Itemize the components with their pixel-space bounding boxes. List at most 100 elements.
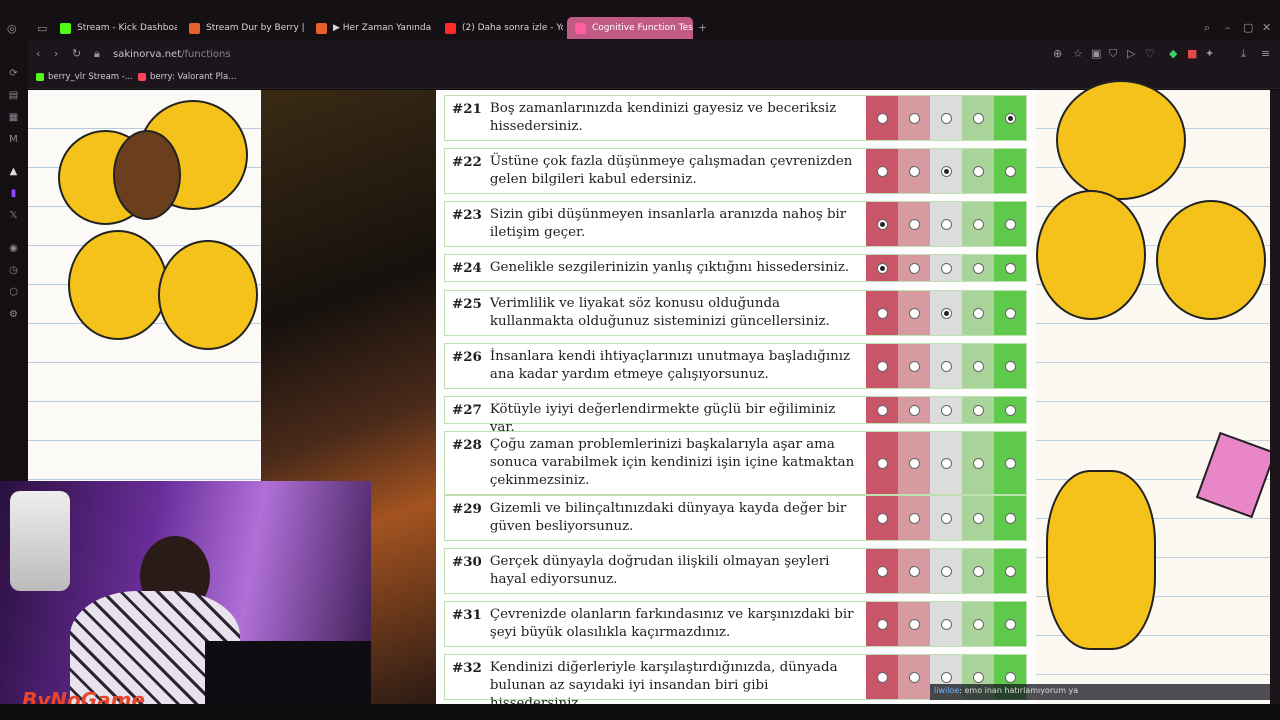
radio-button[interactable] xyxy=(1004,165,1016,177)
answer-option-3[interactable] xyxy=(930,149,962,193)
x-icon[interactable]: 𝕏 xyxy=(8,210,19,221)
answer-option-4[interactable] xyxy=(962,397,994,423)
answer-option-1[interactable] xyxy=(866,397,898,423)
radio-button[interactable] xyxy=(876,360,888,372)
answer-option-3[interactable] xyxy=(930,291,962,335)
answer-option-4[interactable] xyxy=(962,602,994,646)
bookmark-kick[interactable]: berry_vlr Stream -... xyxy=(36,72,133,82)
answer-option-5[interactable] xyxy=(994,496,1026,540)
answer-option-2[interactable] xyxy=(898,344,930,388)
answer-option-1[interactable] xyxy=(866,549,898,593)
radio-button[interactable] xyxy=(876,307,888,319)
answer-option-2[interactable] xyxy=(898,202,930,246)
answer-option-3[interactable] xyxy=(930,344,962,388)
radio-button[interactable] xyxy=(908,565,920,577)
radio-button[interactable] xyxy=(972,112,984,124)
forward-icon[interactable]: › xyxy=(54,47,58,60)
lock-icon[interactable]: 🔒︎ xyxy=(94,47,100,61)
answer-option-2[interactable] xyxy=(898,96,930,140)
radio-button[interactable] xyxy=(940,360,952,372)
answer-option-3[interactable] xyxy=(930,549,962,593)
answer-option-5[interactable] xyxy=(994,96,1026,140)
radio-button[interactable] xyxy=(972,360,984,372)
close-window-icon[interactable]: ✕ xyxy=(1262,21,1271,34)
clock-icon[interactable]: ◷ xyxy=(8,265,19,276)
zoom-icon[interactable]: ⊕ xyxy=(1053,47,1062,60)
radio-button[interactable] xyxy=(940,307,952,319)
mail-icon[interactable]: ▦ xyxy=(8,112,19,123)
answer-option-5[interactable] xyxy=(994,432,1026,494)
answer-option-1[interactable] xyxy=(866,291,898,335)
answer-option-2[interactable] xyxy=(898,549,930,593)
wallet-icon[interactable]: ▤ xyxy=(8,90,19,101)
answer-option-3[interactable] xyxy=(930,602,962,646)
radio-button[interactable] xyxy=(876,565,888,577)
answer-option-1[interactable] xyxy=(866,255,898,281)
radio-button[interactable] xyxy=(1004,262,1016,274)
radio-button[interactable] xyxy=(908,512,920,524)
answer-option-2[interactable] xyxy=(898,397,930,423)
radio-button[interactable] xyxy=(1004,457,1016,469)
radio-button[interactable] xyxy=(972,165,984,177)
radio-button[interactable] xyxy=(940,618,952,630)
radio-button[interactable] xyxy=(876,218,888,230)
answer-option-2[interactable] xyxy=(898,602,930,646)
radio-button[interactable] xyxy=(1004,360,1016,372)
radio-button[interactable] xyxy=(908,457,920,469)
radio-button[interactable] xyxy=(876,165,888,177)
answer-option-4[interactable] xyxy=(962,291,994,335)
radio-button[interactable] xyxy=(908,262,920,274)
browser-logo-icon[interactable]: ◎ xyxy=(7,22,17,35)
radio-button[interactable] xyxy=(972,618,984,630)
answer-option-5[interactable] xyxy=(994,202,1026,246)
url-field[interactable]: sakinorva.net/functions xyxy=(113,49,231,60)
back-icon[interactable]: ‹ xyxy=(36,47,40,60)
radio-button[interactable] xyxy=(1004,671,1016,683)
answer-option-3[interactable] xyxy=(930,496,962,540)
answer-option-4[interactable] xyxy=(962,432,994,494)
radio-button[interactable] xyxy=(1004,218,1016,230)
answer-option-2[interactable] xyxy=(898,291,930,335)
radio-button[interactable] xyxy=(940,512,952,524)
answer-option-5[interactable] xyxy=(994,149,1026,193)
radio-button[interactable] xyxy=(876,671,888,683)
m-app-icon[interactable]: M xyxy=(8,134,19,145)
radio-button[interactable] xyxy=(908,112,920,124)
answer-option-1[interactable] xyxy=(866,496,898,540)
answer-option-2[interactable] xyxy=(898,496,930,540)
screenshot-icon[interactable]: ▣ xyxy=(1091,47,1101,60)
radio-button[interactable] xyxy=(972,671,984,683)
radio-button[interactable] xyxy=(876,262,888,274)
reload-icon[interactable]: ↻ xyxy=(72,47,81,60)
answer-option-5[interactable] xyxy=(994,255,1026,281)
answer-option-3[interactable] xyxy=(930,432,962,494)
answer-option-4[interactable] xyxy=(962,496,994,540)
radio-button[interactable] xyxy=(1004,565,1016,577)
radio-button[interactable] xyxy=(940,112,952,124)
tab-1[interactable]: Stream - Kick Dashboard xyxy=(52,17,177,39)
answer-option-5[interactable] xyxy=(994,344,1026,388)
radio-button[interactable] xyxy=(940,457,952,469)
vpn-icon[interactable]: ◆ xyxy=(1169,47,1177,60)
tab-4[interactable]: (2) Daha sonra izle - YouT xyxy=(437,17,563,39)
radio-button[interactable] xyxy=(940,565,952,577)
answer-option-3[interactable] xyxy=(930,202,962,246)
answer-option-3[interactable] xyxy=(930,96,962,140)
radio-button[interactable] xyxy=(972,565,984,577)
player-icon[interactable]: ◉ xyxy=(8,243,19,254)
radio-button[interactable] xyxy=(876,457,888,469)
radio-button[interactable] xyxy=(876,512,888,524)
answer-option-1[interactable] xyxy=(866,432,898,494)
answer-option-4[interactable] xyxy=(962,344,994,388)
radio-button[interactable] xyxy=(972,307,984,319)
answer-option-3[interactable] xyxy=(930,255,962,281)
radio-button[interactable] xyxy=(1004,512,1016,524)
answer-option-4[interactable] xyxy=(962,549,994,593)
answer-option-2[interactable] xyxy=(898,655,930,699)
answer-option-5[interactable] xyxy=(994,549,1026,593)
answer-option-3[interactable] xyxy=(930,397,962,423)
bookmark-page-icon[interactable]: ☆ xyxy=(1073,47,1083,60)
radio-button[interactable] xyxy=(972,404,984,416)
tab-3[interactable]: ▶ Her Zaman Yanında by xyxy=(308,17,433,39)
radio-button[interactable] xyxy=(876,404,888,416)
